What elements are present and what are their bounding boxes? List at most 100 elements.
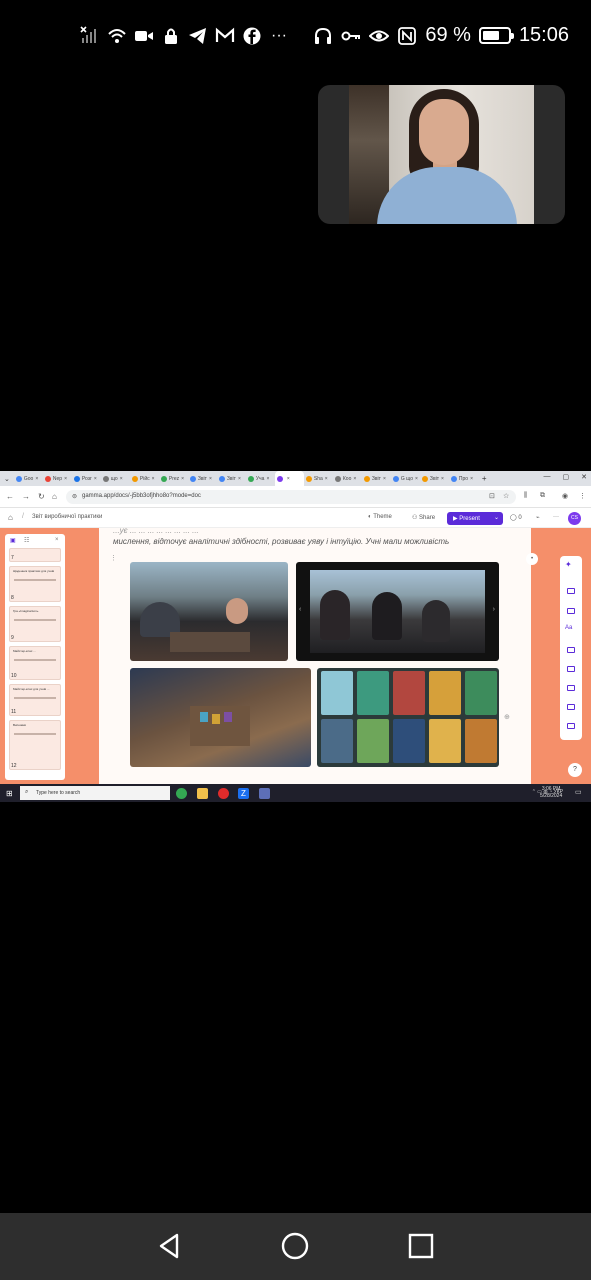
zoom-icon[interactable]: Z	[238, 788, 249, 799]
thumbnails-view-icon[interactable]: ▣	[10, 537, 16, 544]
browser-tab[interactable]: Звіт ×	[362, 471, 391, 486]
maximize-icon[interactable]: ▢	[563, 473, 570, 481]
tab-close-icon[interactable]: ×	[325, 476, 328, 482]
browser-tab[interactable]: Розг ×	[72, 471, 101, 486]
close-window-icon[interactable]: ✕	[581, 473, 587, 481]
tab-close-icon[interactable]: ×	[470, 476, 473, 482]
extensions-icon[interactable]: ⧉	[540, 492, 545, 500]
chart-icon[interactable]	[567, 704, 575, 710]
browser-tab[interactable]: Звіт ×	[188, 471, 217, 486]
avatar[interactable]: CS	[568, 512, 581, 525]
tab-close-icon[interactable]: ×	[120, 476, 123, 482]
home-nav-icon[interactable]	[280, 1231, 310, 1261]
paragraph-text[interactable]: ...ує ... ... ... ... ... ... ... ... ми…	[113, 526, 523, 547]
recents-nav-icon[interactable]	[406, 1231, 436, 1261]
tab-close-icon[interactable]: ×	[287, 476, 290, 482]
ai-sparkle-icon[interactable]: ✦	[565, 560, 572, 569]
opera-icon[interactable]	[218, 788, 229, 799]
list-view-icon[interactable]: ☷	[24, 537, 29, 544]
embed-icon[interactable]	[567, 723, 575, 729]
browser-tab[interactable]: Goo ×	[14, 471, 43, 486]
browser-tab[interactable]: Звіт ×	[420, 471, 449, 486]
browser-tab[interactable]: Рійс ×	[130, 471, 159, 486]
home-page-icon[interactable]: ⌂	[52, 492, 57, 501]
tab-close-icon[interactable]: ×	[441, 476, 444, 482]
help-icon[interactable]: ?	[568, 763, 582, 777]
forward-icon[interactable]: →	[22, 492, 30, 501]
tab-close-icon[interactable]: ×	[353, 476, 356, 482]
present-button[interactable]: ▶ Present ⌄	[447, 512, 503, 525]
doc-page[interactable]: ...ує ... ... ... ... ... ... ... ... ми…	[99, 526, 531, 784]
install-icon[interactable]: ⊡	[489, 492, 495, 500]
photo-cards-on-table[interactable]	[130, 668, 311, 767]
slide-thumbnail[interactable]: 9 Гра «Imaginarium»	[9, 606, 61, 642]
notifications-icon[interactable]: ▭	[575, 788, 582, 796]
reload-icon[interactable]: ↻	[38, 492, 45, 501]
theme-button[interactable]: ◐ Theme	[368, 514, 392, 520]
drag-handle-icon[interactable]: ⋮	[110, 554, 117, 562]
meet-icon[interactable]	[259, 788, 270, 799]
slide-thumbnail[interactable]: 11 Майстер-клас для учнів ...	[9, 684, 61, 716]
browser-tab[interactable]: Коо ×	[333, 471, 362, 486]
present-dropdown-icon[interactable]: ⌄	[494, 514, 499, 521]
browser-menu-icon[interactable]: ⋮	[579, 492, 586, 500]
browser-tab[interactable]: Про ×	[449, 471, 478, 486]
video-icon[interactable]	[567, 666, 575, 672]
tab-list-icon[interactable]: ⌄	[0, 475, 14, 483]
browser-tab[interactable]: Nep ×	[43, 471, 72, 486]
file-explorer-icon[interactable]	[197, 788, 208, 799]
site-info-icon[interactable]: ⊜	[72, 493, 77, 500]
tab-close-icon[interactable]: ×	[266, 476, 269, 482]
close-panel-icon[interactable]: ×	[55, 537, 59, 543]
browser-tab[interactable]: Звіт ×	[217, 471, 246, 486]
new-tab-button[interactable]: +	[478, 474, 491, 483]
video-embed-students[interactable]: ‹ ›	[296, 562, 499, 661]
share-button[interactable]: ⚇ Share	[412, 514, 435, 521]
tab-close-icon[interactable]: ×	[415, 476, 418, 482]
browser-tab[interactable]: G що ×	[391, 471, 420, 486]
doc-title[interactable]: Звіт виробничої практики	[32, 514, 102, 520]
tab-close-icon[interactable]: ×	[94, 476, 97, 482]
browser-tab[interactable]: Prez ×	[159, 471, 188, 486]
tab-close-icon[interactable]: ×	[209, 476, 212, 482]
image-icon[interactable]	[567, 647, 575, 653]
reading-list-icon[interactable]: ⫼	[524, 492, 527, 500]
layout-icon[interactable]	[567, 608, 575, 614]
browser-tab[interactable]: Уча ×	[246, 471, 275, 486]
photo-imaginarium-cards[interactable]	[317, 668, 499, 767]
tab-close-icon[interactable]: ×	[152, 476, 155, 482]
slide-thumbnail[interactable]: 8 Щоденник практики для учнів	[9, 566, 61, 602]
tab-close-icon[interactable]: ×	[64, 476, 67, 482]
taskbar-search[interactable]: ⌕ Type here to search	[20, 786, 170, 800]
tab-close-icon[interactable]: ×	[35, 476, 38, 482]
bookmark-icon[interactable]: ☆	[503, 492, 509, 500]
next-icon[interactable]: ›	[493, 606, 495, 613]
browser-tab[interactable]: ×	[274, 471, 304, 486]
back-icon[interactable]: ←	[6, 492, 14, 501]
tab-close-icon[interactable]: ×	[181, 476, 184, 482]
browser-tab[interactable]: Sha ×	[304, 471, 333, 486]
tab-close-icon[interactable]: ×	[383, 476, 386, 482]
photo-students-playing[interactable]	[130, 562, 288, 661]
add-block-icon[interactable]: ⊕	[504, 713, 510, 721]
comment-bubble-icon[interactable]: •	[526, 553, 538, 565]
back-nav-icon[interactable]	[154, 1231, 184, 1261]
table-icon[interactable]	[567, 685, 575, 691]
tab-close-icon[interactable]: ×	[238, 476, 241, 482]
chrome-icon[interactable]	[176, 788, 187, 799]
slide-thumbnail[interactable]: 12 Висновки	[9, 720, 61, 770]
analytics-icon[interactable]: ⌁	[536, 514, 540, 521]
browser-tab[interactable]: що ×	[101, 471, 130, 486]
home-icon[interactable]: ⌂	[8, 513, 13, 522]
profile-icon[interactable]: ◉	[562, 492, 568, 500]
shared-screen[interactable]: ⌄ Goo × Nep × Розг × що × Рійс × Prez × Звіт × Звіт × Уч…	[0, 471, 591, 802]
more-options-icon[interactable]: ···	[553, 514, 559, 520]
windows-start-icon[interactable]: ⊞	[6, 789, 13, 798]
slide-thumbnail[interactable]: 10 Майстер-клас ...	[9, 646, 61, 680]
prev-icon[interactable]: ‹	[299, 606, 301, 613]
text-icon[interactable]: Aa	[565, 625, 572, 631]
comments-button[interactable]: ◯ 0	[510, 514, 522, 521]
taskbar-clock[interactable]: 3:06 PM 5/28/2024	[540, 786, 562, 800]
participant-video-tile[interactable]	[318, 85, 565, 224]
minimize-icon[interactable]: —	[544, 473, 551, 481]
